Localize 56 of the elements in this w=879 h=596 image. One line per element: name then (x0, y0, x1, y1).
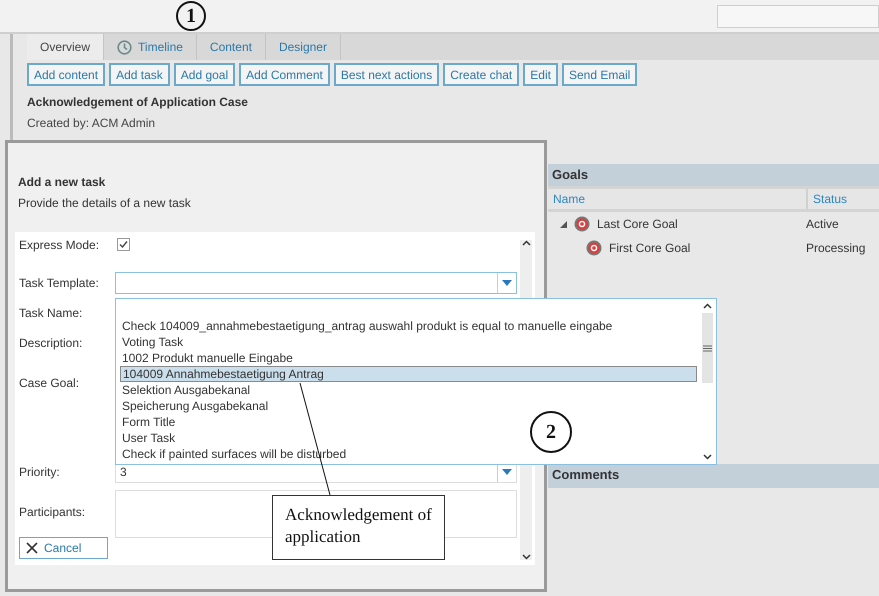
toolbar-button[interactable]: Best next actions (334, 63, 440, 86)
toolbar-button[interactable]: Add Comment (239, 63, 330, 86)
goal-status: Processing (806, 241, 866, 255)
toolbar-button[interactable]: Create chat (443, 63, 520, 86)
field-label: Participants: (18, 504, 86, 519)
dropdown-option[interactable]: Speicherung Ausgabekanal (120, 398, 268, 414)
field-label: Task Template: (18, 276, 100, 290)
checkbox[interactable] (117, 238, 130, 251)
tab[interactable]: Overview (27, 34, 104, 60)
toolbar-button[interactable]: Add content (27, 63, 106, 86)
callout-text: Acknowledgement of application (272, 495, 445, 560)
toolbar-button[interactable]: Edit (523, 63, 558, 86)
field-label: Case Goal: (18, 375, 80, 390)
dropdown-option[interactable]: Form Title (120, 414, 176, 430)
grip-icon[interactable] (703, 344, 712, 352)
tab[interactable]: Designer (266, 34, 341, 60)
scroll-down-icon[interactable] (703, 454, 712, 460)
scroll-down-icon[interactable] (522, 554, 530, 560)
dropdown-option[interactable]: 1002 Produkt manuelle Eingabe (120, 350, 293, 366)
case-title: Acknowledgement of Application Case (27, 95, 249, 109)
scroll-up-icon[interactable] (522, 240, 530, 246)
toolbar-button[interactable]: Send Email (562, 63, 638, 86)
dialog-title: Add a new task (18, 175, 106, 189)
panel-header: Comments (548, 464, 879, 488)
panel-header: Goals (548, 164, 879, 186)
field-label: Task Name: (18, 306, 84, 320)
dropdown-field[interactable] (115, 272, 517, 294)
tab[interactable]: Timeline (104, 34, 197, 60)
close-icon (26, 542, 38, 554)
goal-name: Last Core Goal (597, 217, 678, 231)
search-field[interactable] (717, 4, 879, 28)
toolbar-button[interactable]: Add task (109, 63, 170, 86)
column-header[interactable]: Status (806, 189, 879, 209)
cancel-button[interactable]: Cancel (19, 537, 108, 559)
expand-icon[interactable] (560, 220, 567, 228)
tab[interactable]: Content (196, 34, 266, 60)
goal-status: Active (806, 217, 840, 231)
toolbar-button[interactable]: Add goal (174, 63, 236, 86)
dropdown-option[interactable]: 104009 Annahmebestaetigung Antrag (120, 366, 697, 382)
created-by-text: Created by: ACM Admin (27, 116, 156, 130)
number-marker: 2 (530, 411, 572, 453)
dropdown-option[interactable]: Check 104009_annahmebestaetigung_antrag auswahl produkt is equal to manuelle eingabe (120, 318, 612, 334)
clock-icon (117, 40, 132, 54)
scroll-up-icon[interactable] (703, 303, 712, 309)
dropdown-option[interactable]: Voting Task (120, 334, 184, 350)
dropdown-option[interactable]: Selektion Ausgabekanal (120, 382, 250, 398)
field-label: Description: (18, 336, 84, 350)
column-header[interactable]: Name (548, 189, 806, 209)
target-icon (574, 216, 590, 232)
field-label: Priority: (18, 465, 61, 479)
dialog-subtitle: Provide the details of a new task (18, 196, 192, 210)
goal-name: First Core Goal (609, 241, 690, 255)
target-icon (586, 240, 602, 256)
field-label: Express Mode: (18, 237, 100, 252)
number-marker: 1 (176, 1, 206, 31)
dropdown-option[interactable]: User Task (120, 430, 176, 446)
